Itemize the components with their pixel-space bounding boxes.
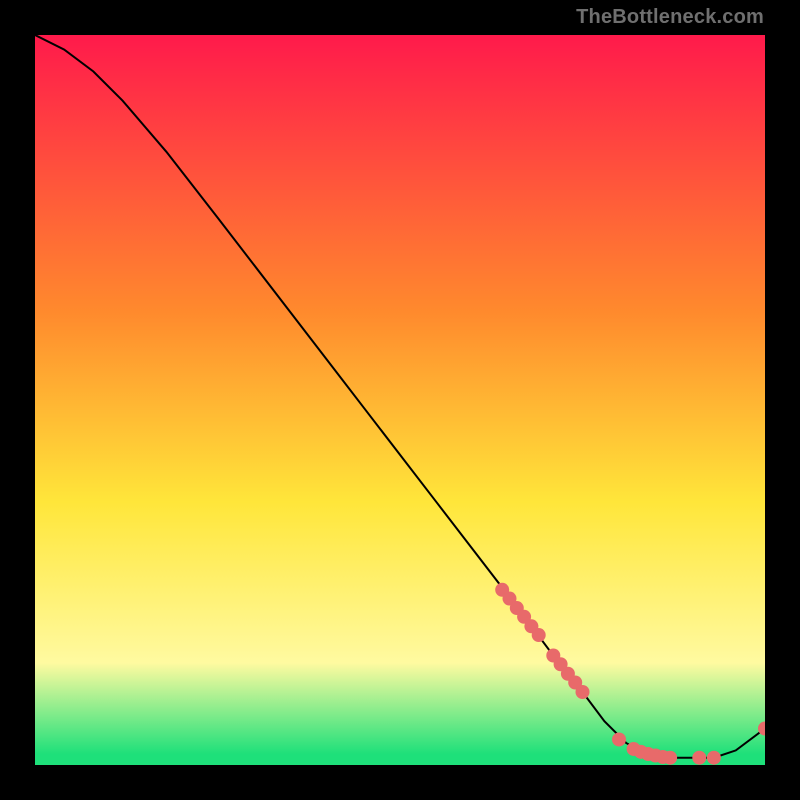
data-marker xyxy=(663,751,677,765)
watermark-text: TheBottleneck.com xyxy=(576,6,764,29)
data-marker xyxy=(532,628,546,642)
gradient-background xyxy=(35,35,765,765)
data-marker xyxy=(612,732,626,746)
data-marker xyxy=(707,751,721,765)
data-marker xyxy=(576,685,590,699)
data-marker xyxy=(692,751,706,765)
plot-area xyxy=(35,35,765,765)
plot-svg xyxy=(35,35,765,765)
chart-stage: TheBottleneck.com xyxy=(0,0,800,800)
